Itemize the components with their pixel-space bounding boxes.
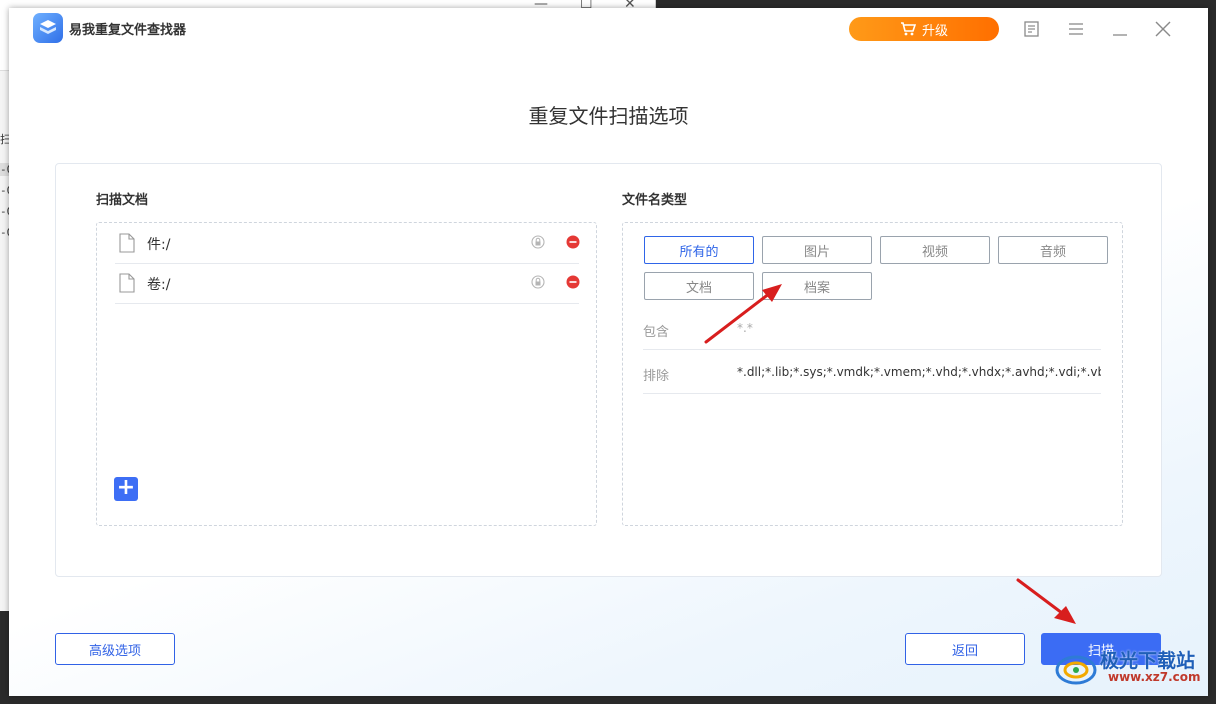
back-button[interactable]: 返回 <box>905 633 1025 665</box>
title-bar: 易我重复文件查找器 升级 <box>9 8 1208 50</box>
cart-icon <box>900 22 916 36</box>
watermark-logo-icon <box>1055 655 1097 685</box>
type-archives-button[interactable]: 档案 <box>762 272 872 300</box>
advanced-options-button[interactable]: 高级选项 <box>55 633 175 665</box>
scan-docs-label: 扫描文档 <box>96 193 149 208</box>
remove-icon[interactable] <box>566 275 580 289</box>
lock-icon[interactable] <box>531 275 545 289</box>
app-window: 易我重复文件查找器 升级 重复文件扫描选项 扫描文档 件:/ 卷:/ + 文件名… <box>9 8 1208 696</box>
background-sidebar: 扫 -0 -0 -0 -0 <box>0 70 14 611</box>
exclude-label: 排除 <box>643 369 670 384</box>
upgrade-button[interactable]: 升级 <box>849 17 999 41</box>
scan-location-path: 件:/ <box>147 237 171 253</box>
scan-docs-panel: 件:/ 卷:/ + <box>96 222 597 526</box>
close-icon[interactable] <box>1154 20 1172 38</box>
scan-location-item[interactable]: 卷:/ <box>115 263 580 304</box>
scan-location-path: 卷:/ <box>147 277 171 293</box>
site-watermark: 极光下载站 www.xz7.com <box>1052 644 1202 690</box>
minimize-icon[interactable] <box>1111 20 1129 38</box>
menu-icon[interactable] <box>1067 20 1085 38</box>
type-audio-button[interactable]: 音频 <box>998 236 1108 264</box>
include-input[interactable]: *.* <box>737 321 1101 335</box>
file-icon <box>119 273 135 293</box>
options-card: 扫描文档 件:/ 卷:/ + 文件名类型 所有的 图片 视频 音频 文档 档案 … <box>55 163 1162 577</box>
type-all-button[interactable]: 所有的 <box>644 236 754 264</box>
file-types-label: 文件名类型 <box>622 193 688 208</box>
add-location-button[interactable]: + <box>114 477 138 501</box>
remove-icon[interactable] <box>566 235 580 249</box>
app-title: 易我重复文件查找器 <box>69 23 187 38</box>
page-title: 重复文件扫描选项 <box>528 104 689 128</box>
type-documents-button[interactable]: 文档 <box>644 272 754 300</box>
watermark-text: 极光下载站 <box>1100 650 1196 672</box>
exclude-row: 排除 *.dll;*.lib;*.sys;*.vmdk;*.vmem;*.vhd… <box>643 353 1101 394</box>
file-types-panel: 所有的 图片 视频 音频 文档 档案 包含 *.* 排除 *.dll;*.lib… <box>622 222 1123 526</box>
include-label: 包含 <box>643 325 670 340</box>
scan-location-item[interactable]: 件:/ <box>115 223 580 264</box>
feedback-icon[interactable] <box>1023 20 1041 38</box>
type-images-button[interactable]: 图片 <box>762 236 872 264</box>
watermark-url: www.xz7.com <box>1108 670 1201 684</box>
lock-icon[interactable] <box>531 235 545 249</box>
include-row: 包含 *.* <box>643 309 1101 350</box>
type-videos-button[interactable]: 视频 <box>880 236 990 264</box>
upgrade-label: 升级 <box>921 23 948 39</box>
file-icon <box>119 233 135 253</box>
exclude-input[interactable]: *.dll;*.lib;*.sys;*.vmdk;*.vmem;*.vhd;*.… <box>737 365 1101 379</box>
app-logo-icon <box>33 13 63 43</box>
